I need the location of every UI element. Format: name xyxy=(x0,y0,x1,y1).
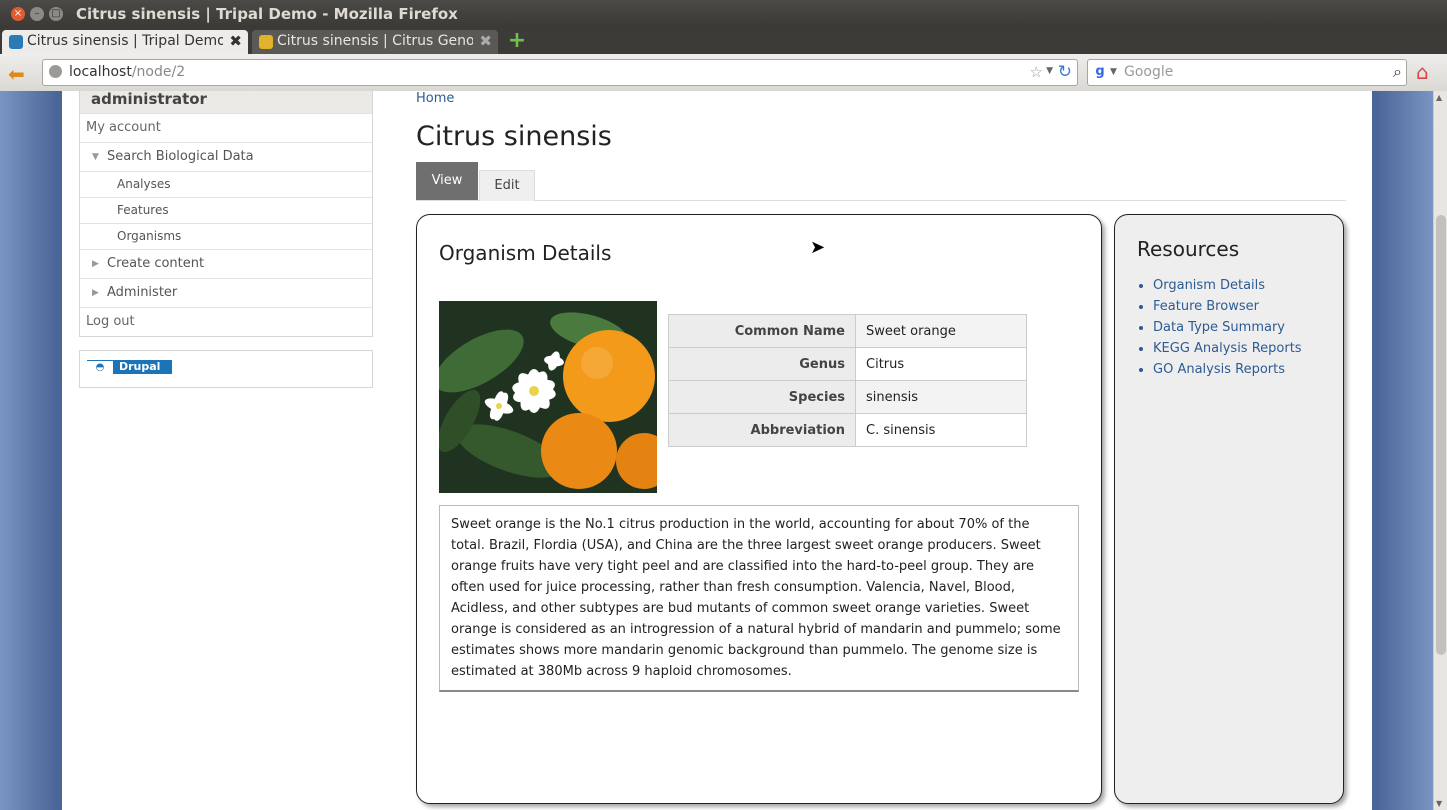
tabs-divider xyxy=(416,200,1346,201)
back-arrow-icon[interactable]: ⬅ xyxy=(8,62,25,86)
resource-link-feature-browser[interactable]: Feature Browser xyxy=(1153,296,1302,317)
collapsed-triangle-icon: ▶ xyxy=(92,259,99,269)
drupal-drop-icon: ◓ xyxy=(87,361,113,375)
window-minimize-icon[interactable]: – xyxy=(30,7,44,21)
browser-tab-label: Citrus sinensis | Citrus Geno... xyxy=(277,33,473,49)
mouse-cursor-icon: ➤ xyxy=(810,237,826,258)
tab-close-icon[interactable]: ✖ xyxy=(229,32,242,50)
browser-navbar: ⬅ localhost/node/2 ☆ ▼ ↻ g ▼ Google ⌕ ⌂ xyxy=(0,54,1447,92)
row-value: Citrus xyxy=(855,347,1027,381)
bookmark-star-icon[interactable]: ☆ xyxy=(1030,63,1043,81)
organism-description: Sweet orange is the No.1 citrus producti… xyxy=(439,505,1079,692)
tab-view[interactable]: View xyxy=(416,162,478,200)
url-text[interactable]: localhost/node/2 xyxy=(69,64,185,80)
orange-blossom-image xyxy=(439,301,657,493)
sidebar-item-label: Create content xyxy=(107,256,205,271)
browser-tab-tripal[interactable]: Citrus sinensis | Tripal Demo ✖ xyxy=(2,30,248,54)
table-row: Species sinensis xyxy=(668,380,1027,414)
sidebar-item-log-out[interactable]: Log out xyxy=(80,307,372,336)
resource-link-data-type-summary[interactable]: Data Type Summary xyxy=(1153,317,1302,338)
sidebar-item-administer[interactable]: ▶ Administer xyxy=(80,278,372,307)
table-row: Abbreviation C. sinensis xyxy=(668,413,1027,447)
page-viewport: administrator My account ▼ Search Biolog… xyxy=(0,91,1433,810)
row-label: Common Name xyxy=(668,314,856,348)
organism-info-table: Common Name Sweet orange Genus Citrus Sp… xyxy=(668,314,1027,447)
tab-edit[interactable]: Edit xyxy=(479,170,535,201)
reload-icon[interactable]: ↻ xyxy=(1058,62,1072,82)
row-label: Genus xyxy=(668,347,856,381)
window-titlebar: × – □ Citrus sinensis | Tripal Demo - Mo… xyxy=(0,0,1447,28)
row-value: sinensis xyxy=(855,380,1027,414)
url-path: /node/2 xyxy=(131,64,186,80)
sidebar-user-menu: administrator My account ▼ Search Biolog… xyxy=(79,91,373,337)
url-history-dropdown-icon[interactable]: ▼ xyxy=(1046,66,1053,76)
drupal-favicon-icon xyxy=(9,35,23,49)
page-body: administrator My account ▼ Search Biolog… xyxy=(62,91,1372,810)
sidebar-item-organisms[interactable]: Organisms xyxy=(80,223,372,249)
new-tab-icon[interactable]: + xyxy=(505,30,529,52)
scroll-up-icon[interactable]: ▲ xyxy=(1436,93,1442,102)
window-title: Citrus sinensis | Tripal Demo - Mozilla … xyxy=(76,5,458,23)
search-icon[interactable]: ⌕ xyxy=(1393,62,1402,82)
drupal-badge-label: Drupal xyxy=(119,360,161,373)
sidebar-username: administrator xyxy=(80,91,372,113)
sidebar-item-analyses[interactable]: Analyses xyxy=(80,171,372,197)
tab-close-icon[interactable]: ✖ xyxy=(479,32,492,50)
sidebar-item-label: Search Biological Data xyxy=(107,149,254,164)
organism-details-panel: Organism Details Common Name Sweet orang… xyxy=(416,214,1102,804)
resources-list: Organism Details Feature Browser Data Ty… xyxy=(1137,275,1302,380)
row-label: Species xyxy=(668,380,856,414)
page-scrollbar[interactable]: ▲ ▼ xyxy=(1433,91,1447,810)
resources-panel: Resources Organism Details Feature Brows… xyxy=(1114,214,1344,804)
page-title: Citrus sinensis xyxy=(416,121,612,152)
row-value: C. sinensis xyxy=(855,413,1027,447)
engine-dropdown-icon[interactable]: ▼ xyxy=(1110,67,1117,77)
resource-link-go-analysis-reports[interactable]: GO Analysis Reports xyxy=(1153,359,1302,380)
citrus-favicon-icon xyxy=(259,35,273,49)
home-icon[interactable]: ⌂ xyxy=(1416,60,1429,84)
sidebar-item-my-account[interactable]: My account xyxy=(80,113,372,142)
window-maximize-icon[interactable]: □ xyxy=(49,7,63,21)
window-close-icon[interactable]: × xyxy=(11,7,25,21)
search-input[interactable]: Google xyxy=(1124,64,1173,80)
table-row: Common Name Sweet orange xyxy=(668,314,1027,348)
table-row: Genus Citrus xyxy=(668,347,1027,381)
google-engine-icon[interactable]: g xyxy=(1092,64,1108,80)
details-heading: Organism Details xyxy=(439,241,612,265)
sidebar-item-label: Administer xyxy=(107,285,178,300)
scroll-down-icon[interactable]: ▼ xyxy=(1436,799,1442,808)
url-host: localhost xyxy=(69,64,132,80)
browser-tab-citrus-genome[interactable]: Citrus sinensis | Citrus Geno... ✖ xyxy=(252,30,498,54)
sidebar-item-search-biological-data[interactable]: ▼ Search Biological Data xyxy=(80,142,372,171)
drupal-badge[interactable]: ◓ Drupal xyxy=(87,360,172,375)
browser-tabstrip: Citrus sinensis | Tripal Demo ✖ Citrus s… xyxy=(0,28,1447,54)
expanded-triangle-icon: ▼ xyxy=(92,152,99,162)
row-label: Abbreviation xyxy=(668,413,856,447)
collapsed-triangle-icon: ▶ xyxy=(92,288,99,298)
resource-link-kegg-analysis-reports[interactable]: KEGG Analysis Reports xyxy=(1153,338,1302,359)
organism-photo xyxy=(439,301,657,493)
sidebar-item-features[interactable]: Features xyxy=(80,197,372,223)
breadcrumb-home[interactable]: Home xyxy=(416,91,454,106)
powered-by-drupal-block: ◓ Drupal xyxy=(79,350,373,388)
scrollbar-thumb[interactable] xyxy=(1436,215,1446,655)
search-bar[interactable]: g ▼ Google ⌕ xyxy=(1087,59,1407,86)
url-bar[interactable]: localhost/node/2 ☆ ▼ ↻ xyxy=(42,59,1078,86)
row-value: Sweet orange xyxy=(855,314,1027,348)
resources-heading: Resources xyxy=(1137,237,1240,261)
resource-link-organism-details[interactable]: Organism Details xyxy=(1153,275,1302,296)
site-identity-icon[interactable] xyxy=(49,65,62,78)
browser-tab-label: Citrus sinensis | Tripal Demo xyxy=(27,33,223,49)
sidebar-item-create-content[interactable]: ▶ Create content xyxy=(80,249,372,278)
